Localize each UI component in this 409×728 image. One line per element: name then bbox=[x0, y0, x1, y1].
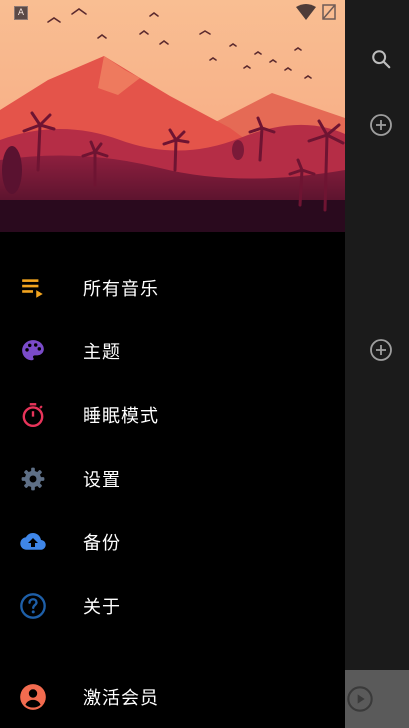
navigation-drawer: A 所有音乐 主题 睡眠模式 设置 备份 关于 激活会员 bbox=[0, 0, 345, 728]
palette-icon bbox=[19, 337, 47, 365]
playlist-icon bbox=[19, 274, 47, 302]
add-circle-icon bbox=[370, 339, 392, 361]
play-circle-icon bbox=[347, 686, 373, 712]
menu-item-activate-membership[interactable]: 激活会员 bbox=[0, 669, 345, 725]
menu-item-theme[interactable]: 主题 bbox=[0, 323, 345, 379]
gear-icon bbox=[19, 465, 47, 493]
menu-item-label: 激活会员 bbox=[83, 688, 159, 709]
mini-player[interactable] bbox=[345, 670, 409, 728]
add-button-top[interactable] bbox=[366, 110, 396, 140]
menu-item-label: 主题 bbox=[83, 342, 121, 363]
timer-icon bbox=[19, 401, 47, 429]
play-button[interactable] bbox=[345, 684, 375, 714]
menu-item-label: 所有音乐 bbox=[83, 279, 159, 300]
account-circle-icon bbox=[19, 683, 47, 711]
help-circle-icon bbox=[19, 592, 47, 620]
status-bar: A bbox=[0, 0, 345, 28]
menu-item-about[interactable]: 关于 bbox=[0, 578, 345, 634]
menu-item-sleep-mode[interactable]: 睡眠模式 bbox=[0, 387, 345, 443]
menu-item-backup[interactable]: 备份 bbox=[0, 514, 345, 570]
battery-icon bbox=[322, 4, 336, 20]
search-icon bbox=[372, 50, 391, 69]
menu-item-label: 设置 bbox=[83, 470, 121, 491]
menu-item-settings[interactable]: 设置 bbox=[0, 451, 345, 507]
cloud-upload-icon bbox=[19, 528, 47, 556]
notification-icon: A bbox=[14, 6, 28, 20]
menu-item-label: 关于 bbox=[83, 597, 121, 618]
add-circle-icon bbox=[370, 114, 392, 136]
menu-item-all-music[interactable]: 所有音乐 bbox=[0, 260, 345, 316]
search-button[interactable] bbox=[366, 44, 396, 74]
background-app-panel bbox=[345, 0, 409, 728]
wifi-icon bbox=[296, 4, 316, 20]
menu-item-label: 备份 bbox=[83, 533, 121, 554]
sunset-landscape-illustration bbox=[0, 0, 345, 232]
drawer-header-image bbox=[0, 0, 345, 232]
menu-item-label: 睡眠模式 bbox=[83, 406, 159, 427]
add-button-middle[interactable] bbox=[366, 335, 396, 365]
